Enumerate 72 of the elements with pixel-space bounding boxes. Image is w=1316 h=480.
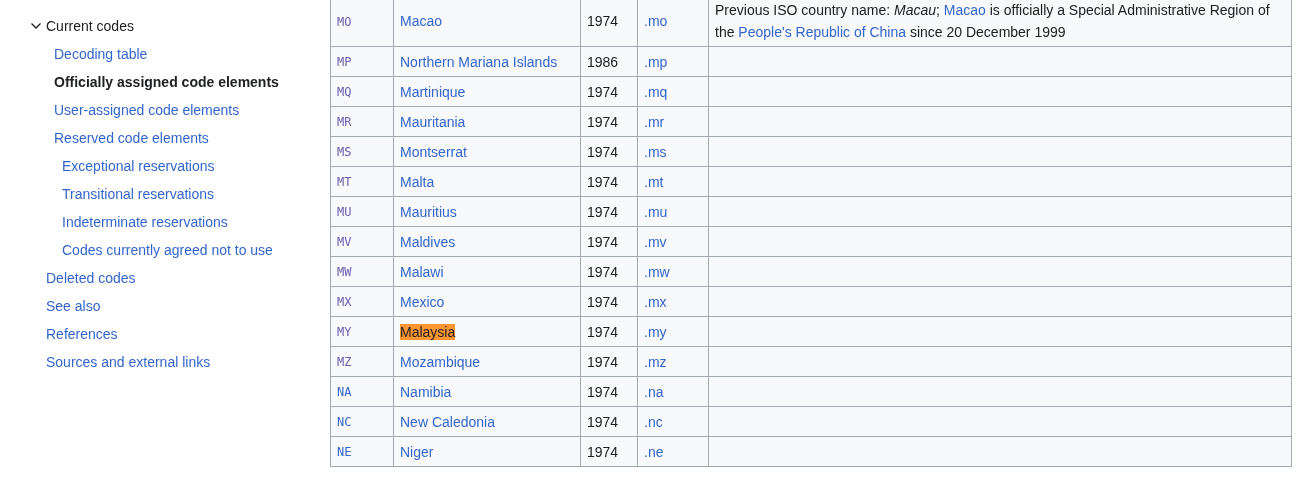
toc-link[interactable]: Indeterminate reservations (62, 212, 228, 232)
year-text: 1974 (587, 173, 619, 190)
country-link[interactable]: Mauritania (400, 113, 466, 130)
country-link[interactable]: Montserrat (400, 143, 467, 160)
country-link[interactable]: Martinique (400, 83, 466, 100)
year-text: 1974 (587, 203, 619, 220)
year-text: 1974 (587, 143, 619, 160)
tld-link[interactable]: .ms (644, 143, 667, 160)
code-link[interactable]: MP (337, 55, 352, 69)
country-link[interactable]: Malawi (400, 263, 444, 280)
tld-link[interactable]: .mz (644, 353, 667, 370)
year-text: 1974 (587, 323, 619, 340)
code-link[interactable]: MY (337, 325, 352, 339)
code-link[interactable]: NC (337, 415, 352, 429)
tld-link[interactable]: .mv (644, 233, 667, 250)
notes-text: Previous ISO country name: Macau; Macao is officially a Special Administrative Region of the People's Republic of China since 20 December 1999 (715, 1, 1271, 42)
code-link[interactable]: MU (337, 205, 352, 219)
tld-link[interactable]: .mq (644, 83, 668, 100)
country-link[interactable]: Niger (400, 443, 434, 460)
tld-link[interactable]: .mt (644, 173, 664, 190)
code-link[interactable]: NA (337, 385, 352, 399)
notes-link[interactable]: People's Republic of China (738, 24, 907, 40)
toc-link[interactable]: Deleted codes (46, 268, 136, 288)
code-link[interactable]: MT (337, 175, 352, 189)
tld-link[interactable]: .na (644, 383, 664, 400)
country-link[interactable]: Namibia (400, 383, 452, 400)
tld-link[interactable]: .ne (644, 443, 664, 460)
tld-link[interactable]: .nc (644, 413, 663, 430)
toc-link[interactable]: Reserved code elements (54, 128, 209, 148)
country-link[interactable]: Mauritius (400, 203, 457, 220)
code-link[interactable]: MS (337, 145, 352, 159)
country-link[interactable]: Macao (400, 13, 443, 29)
toc-link[interactable]: User-assigned code elements (54, 100, 240, 120)
tld-link[interactable]: .my (644, 323, 667, 340)
tld-link[interactable]: .mo (644, 13, 668, 29)
year-text: 1974 (587, 13, 619, 29)
code-link[interactable]: MR (337, 115, 352, 129)
toc-link[interactable]: Sources and external links (46, 352, 211, 372)
tld-link[interactable]: .mx (644, 293, 667, 310)
code-link[interactable]: MQ (337, 85, 352, 99)
year-text: 1974 (587, 233, 619, 250)
toc-link[interactable]: Current codes (46, 16, 134, 36)
year-text: 1974 (587, 113, 619, 130)
tld-link[interactable]: .mr (644, 113, 665, 130)
country-link[interactable]: Malta (400, 173, 435, 190)
toc-link[interactable]: See also (46, 296, 101, 316)
year-text: 1974 (587, 353, 619, 370)
code-link[interactable]: MX (337, 295, 352, 309)
year-text: 1974 (587, 293, 619, 310)
tld-link[interactable]: .mw (644, 263, 670, 280)
country-link[interactable]: Mexico (400, 293, 445, 310)
code-link[interactable]: NE (337, 445, 352, 459)
toc-link[interactable]: Exceptional reservations (62, 156, 215, 176)
tld-link[interactable]: .mu (644, 203, 668, 220)
code-link[interactable]: MW (337, 265, 352, 279)
year-text: 1986 (587, 53, 619, 70)
toc-link[interactable]: Officially assigned code elements (54, 72, 279, 92)
year-text: 1974 (587, 443, 619, 460)
toc-link[interactable]: References (46, 324, 118, 344)
year-text: 1974 (587, 83, 619, 100)
code-link[interactable]: MO (337, 14, 352, 29)
year-text: 1974 (587, 413, 619, 430)
country-link[interactable]: Maldives (400, 233, 456, 250)
notes-link[interactable]: Macao (943, 2, 986, 18)
year-text: 1974 (587, 383, 619, 400)
tld-link[interactable]: .mp (644, 53, 668, 70)
year-text: 1974 (587, 263, 619, 280)
code-link[interactable]: MZ (337, 355, 352, 369)
toc-link[interactable]: Codes currently agreed not to use (62, 240, 273, 260)
code-link[interactable]: MV (337, 235, 352, 249)
toc-link[interactable]: Transitional reservations (62, 184, 214, 204)
toc-link[interactable]: Decoding table (54, 44, 148, 64)
